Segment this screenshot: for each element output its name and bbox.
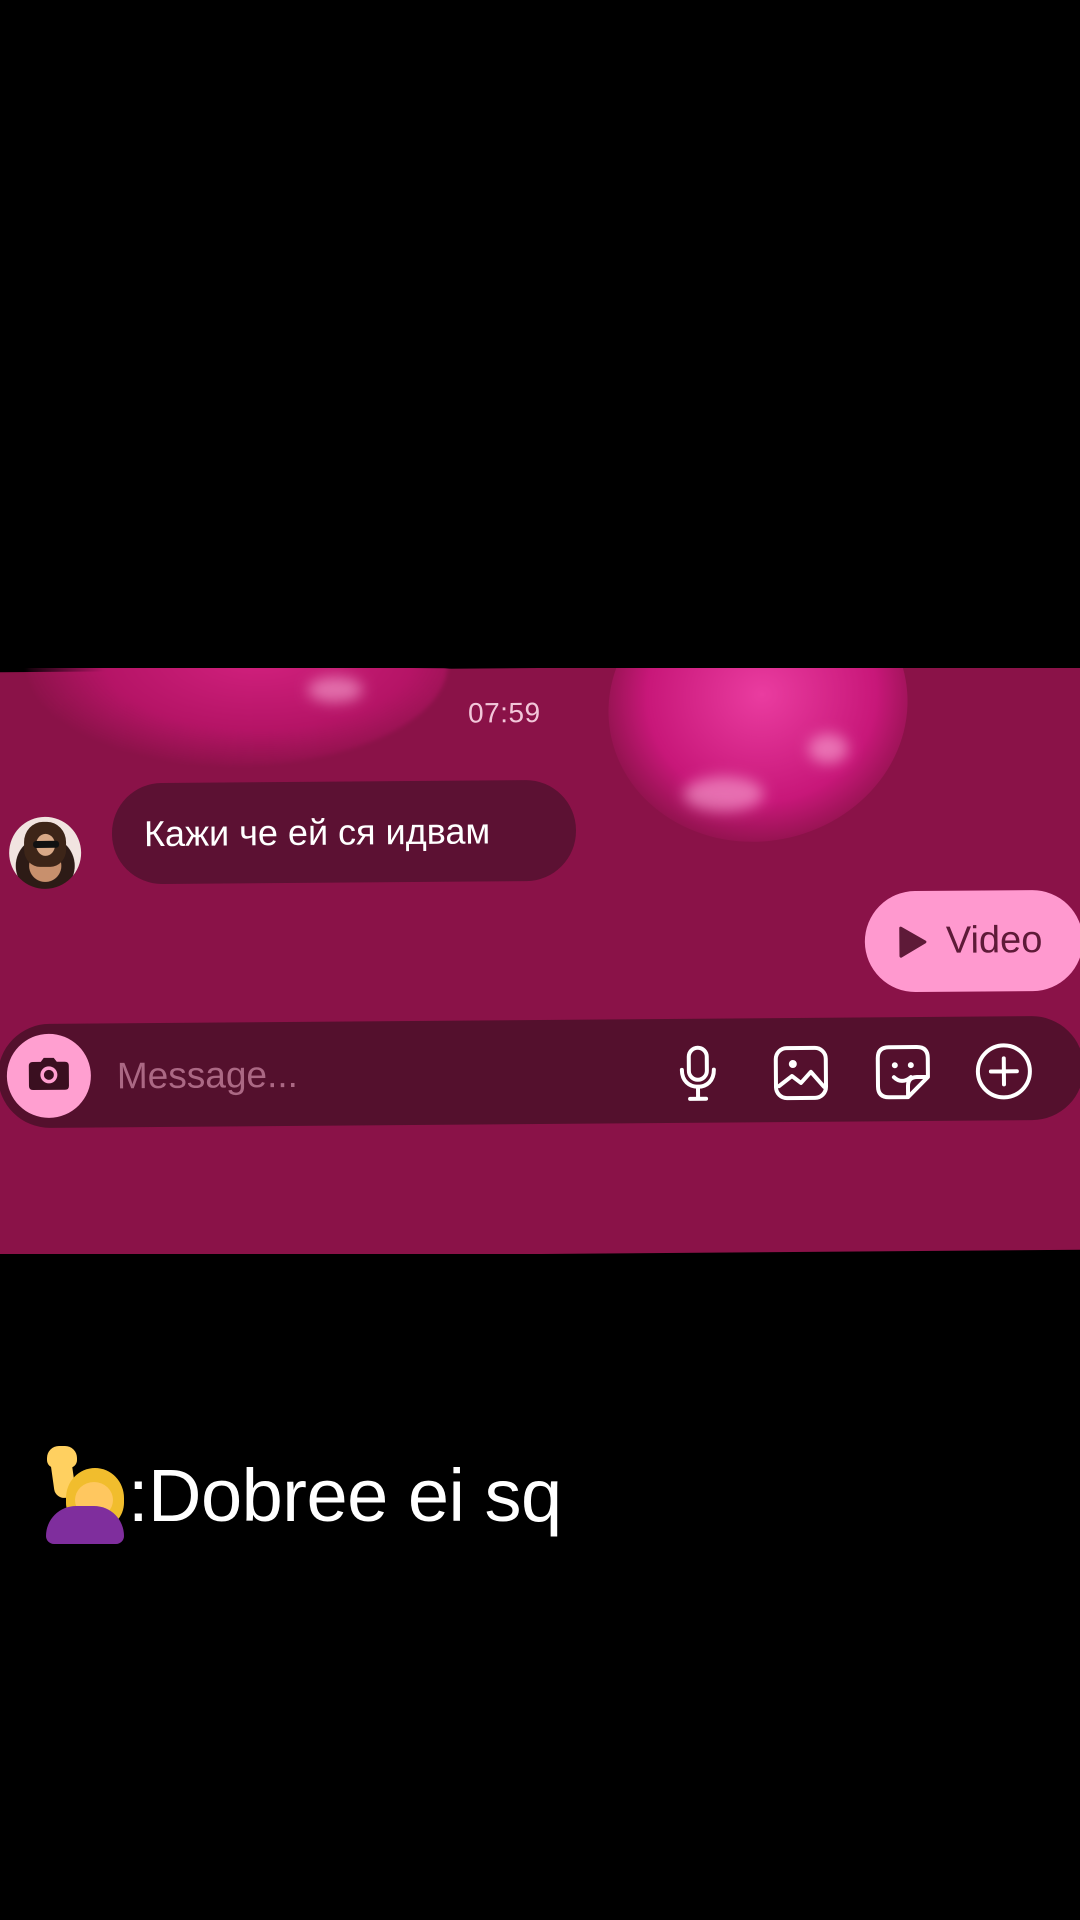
message-composer[interactable]: Message...	[0, 1015, 1080, 1129]
incoming-message-bubble[interactable]: Кажи че ей ся идвам	[111, 779, 577, 885]
play-icon	[898, 924, 928, 958]
heart-glint	[808, 733, 849, 764]
sticker-icon[interactable]	[872, 1041, 934, 1103]
plus-circle-icon[interactable]	[973, 1040, 1035, 1102]
video-message-button[interactable]: Video	[864, 889, 1080, 993]
emoji-body	[46, 1506, 124, 1544]
chat-screen-crop: 07:59 Кажи че ей ся идвам Video Message.…	[0, 668, 1080, 1254]
gallery-icon[interactable]	[770, 1042, 832, 1104]
heart-decoration-left	[26, 668, 449, 768]
camera-icon	[28, 1056, 70, 1095]
caption: :Dobree ei sq	[42, 1446, 562, 1544]
camera-button[interactable]	[6, 1033, 92, 1119]
heart-decoration-right	[586, 668, 931, 867]
video-label: Video	[945, 919, 1043, 962]
message-input[interactable]: Message...	[117, 1054, 298, 1097]
avatar[interactable]	[8, 816, 82, 890]
avatar-glasses	[33, 840, 60, 848]
chat-panel: 07:59 Кажи че ей ся идвам Video Message.…	[0, 668, 1080, 1254]
caption-text: :Dobree ei sq	[128, 1454, 562, 1537]
microphone-icon[interactable]	[667, 1043, 729, 1105]
message-timestamp: 07:59	[467, 696, 541, 729]
emoji-hand	[47, 1446, 77, 1468]
person-raising-hand-emoji	[42, 1446, 124, 1544]
